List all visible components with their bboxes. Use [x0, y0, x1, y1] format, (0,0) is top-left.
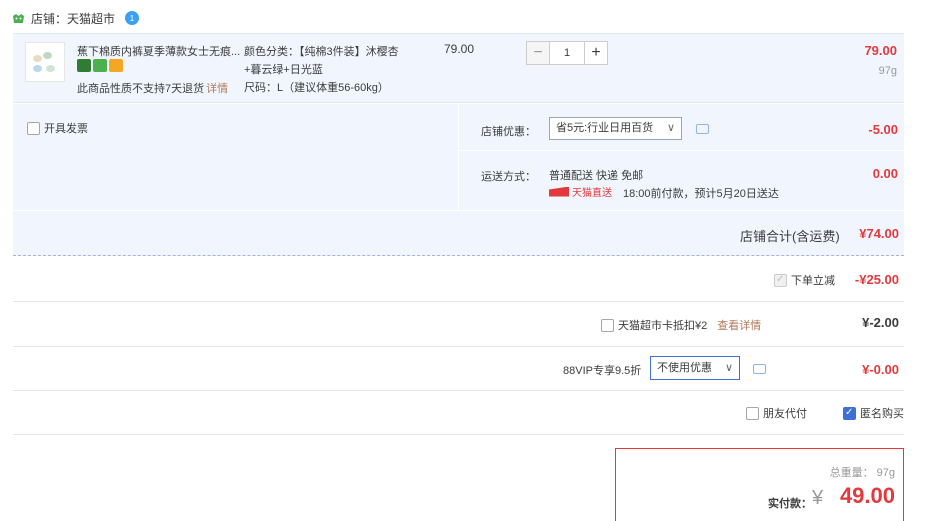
vip-message-icon[interactable] [753, 364, 766, 374]
divider [13, 301, 904, 302]
divider [13, 346, 904, 347]
supermarket-card-amount: ¥-2.00 [862, 315, 899, 330]
invoice-checkbox-label[interactable]: 开具发票 [27, 120, 88, 136]
shipping-label: 运送方式： [481, 171, 536, 183]
divider [13, 390, 904, 391]
divider [13, 210, 904, 211]
vip-discount-select[interactable]: 不使用优惠 ∨ [650, 356, 740, 380]
no-return-notice: 此商品性质不支持7天退货 详情 [77, 83, 229, 95]
anonymous-purchase-option[interactable]: 匿名购买 [843, 405, 904, 421]
chevron-down-icon: ∨ [666, 122, 675, 134]
shipping-amount: 0.00 [872, 166, 898, 181]
sku-color-continued: +暮云绿+日光蓝 [244, 64, 323, 76]
instant-discount-amount: -¥25.00 [854, 272, 899, 287]
product-thumbnail[interactable] [25, 42, 65, 82]
tmall-direct-icon [549, 186, 569, 197]
shipping-method: 普通配送 快递 免邮 [549, 170, 644, 182]
tmall-badge-icon[interactable] [77, 59, 91, 72]
friend-pay-option[interactable]: 朋友代付 [746, 405, 807, 421]
shop-coupon-amount: -5.00 [868, 122, 898, 137]
supermarket-card-checkbox[interactable] [601, 318, 614, 332]
pay-amount-label: 实付款： [768, 498, 812, 510]
vip-discount-amount: ¥-0.00 [862, 362, 899, 377]
shipping-eta: 18:00前付款，预计5月20日送达 [623, 188, 779, 200]
sku-size: 尺码：L（建议体重56-60kg） [244, 82, 389, 94]
shop-coupon-select[interactable]: 省5元:行业日用百货 ∨ [549, 117, 682, 140]
divider [459, 150, 904, 151]
shop-options-panel: 开具发票 店铺优惠： 省5元:行业日用百货 ∨ -5.00 运送方式： 普通配送… [13, 104, 904, 256]
quantity-input[interactable]: 1 [550, 41, 584, 65]
wangwang-chat-icon[interactable]: 1 [125, 11, 140, 25]
tmall-direct-badge: 天猫直送 [549, 184, 612, 199]
shop-name-link[interactable]: 店铺：天猫超市 [31, 10, 115, 27]
supermarket-card-option: 天猫超市卡抵扣¥2 查看详情 [601, 317, 761, 333]
coupon-message-icon[interactable] [696, 124, 709, 134]
currency-symbol: ¥ [812, 487, 824, 509]
cart-item-row: 蕉下棉质内裤夏季薄款女士无痕... 此商品性质不支持7天退货 详情 颜色分类：【纯… [13, 33, 904, 103]
anonymous-purchase-checkbox[interactable] [843, 406, 856, 420]
product-title-link[interactable]: 蕉下棉质内裤夏季薄款女士无痕... [77, 43, 242, 59]
guarantee-badge-icon[interactable] [93, 59, 107, 72]
card-detail-link[interactable]: 查看详情 [717, 317, 761, 333]
friend-pay-checkbox[interactable] [746, 406, 759, 420]
vip-discount-label: 88VIP专享9.5折 [563, 365, 642, 377]
shop-header: 店铺：天猫超市 1 [12, 9, 140, 27]
quantity-stepper: − 1 + [526, 41, 608, 65]
shop-total-label: 店铺合计(含运费) [740, 229, 840, 244]
instant-discount-checkbox [774, 273, 787, 287]
total-weight: 总重量： 97g [829, 467, 895, 479]
divider [13, 434, 904, 435]
card-badge-icon[interactable] [109, 59, 123, 72]
divider [458, 104, 459, 210]
item-subtotal: 79.00 [864, 43, 897, 58]
invoice-checkbox[interactable] [27, 121, 40, 135]
chevron-down-icon: ∨ [724, 362, 733, 374]
increase-quantity-button[interactable]: + [584, 41, 608, 65]
order-total-box: 总重量： 97g 实付款： ¥ 49.00 [615, 448, 904, 521]
shop-total-amount: ¥74.00 [859, 226, 899, 241]
return-detail-link[interactable]: 详情 [206, 83, 228, 95]
tmall-shop-icon [13, 13, 24, 23]
service-badges [77, 59, 123, 72]
pay-amount: 49.00 [839, 483, 895, 508]
sku-color: 颜色分类：【纯棉3件装】沐樱杏 [244, 46, 399, 58]
decrease-quantity-button[interactable]: − [526, 41, 550, 65]
item-weight: 97g [878, 65, 897, 77]
unit-price: 79.00 [444, 42, 475, 56]
shop-coupon-label: 店铺优惠： [481, 126, 536, 138]
instant-discount: 下单立减 [774, 272, 835, 288]
